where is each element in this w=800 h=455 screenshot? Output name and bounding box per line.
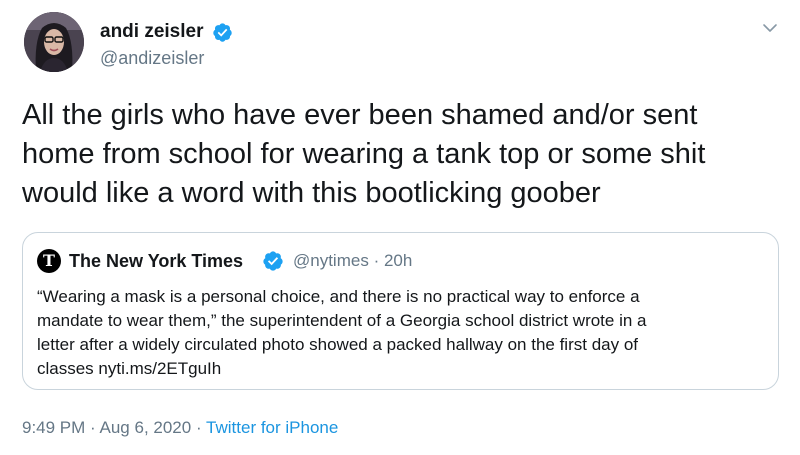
- footer-separator: ·: [195, 418, 202, 437]
- author-name[interactable]: andi zeisler: [100, 21, 204, 43]
- verified-badge-icon: [263, 251, 283, 271]
- nyt-logo-icon: T: [37, 249, 61, 273]
- quoted-tweet-meta: @nytimes · 20h: [293, 250, 412, 272]
- quoted-author-name: The New York Times: [69, 251, 244, 271]
- tweet: andi zeisler @andizeisler All the girls …: [0, 0, 800, 455]
- chevron-down-icon[interactable]: [760, 18, 780, 38]
- tweet-text-line: All the girls who have ever been shamed …: [22, 99, 698, 131]
- footer-separator: ·: [90, 418, 96, 437]
- tweet-text-line: home from school for wearing a tank top …: [22, 138, 706, 170]
- quoted-text-line: “Wearing a mask is a personal choice, an…: [37, 287, 640, 306]
- tweet-source-link[interactable]: Twitter for iPhone: [206, 418, 338, 437]
- author-handle[interactable]: @andizeisler: [100, 47, 204, 69]
- quoted-author-handle: @nytimes: [293, 251, 369, 270]
- tweet-text-line: would like a word with this bootlicking …: [22, 177, 601, 209]
- quoted-tweet-card[interactable]: T The New York Times @nytimes · 20h “Wea…: [22, 232, 779, 390]
- tweet-date[interactable]: Aug 6, 2020: [100, 418, 192, 437]
- tweet-footer: 9:49 PM · Aug 6, 2020 · Twitter for iPho…: [22, 417, 338, 439]
- quoted-tweet-time: 20h: [383, 251, 413, 270]
- quoted-text-line: letter after a widely circulated photo s…: [37, 335, 639, 354]
- quoted-text-line: classes nyti.ms/2ETguIh: [37, 359, 222, 378]
- tweet-time[interactable]: 9:49 PM: [22, 418, 85, 437]
- tweet-text: All the girls who have ever been shamed …: [22, 96, 792, 213]
- quoted-text-line: mandate to wear them,” the superintenden…: [37, 311, 647, 330]
- quoted-tweet-text: “Wearing a mask is a personal choice, an…: [37, 285, 772, 381]
- avatar-image: [24, 12, 84, 72]
- verified-badge-icon: [213, 23, 232, 42]
- avatar[interactable]: [24, 12, 84, 72]
- meta-separator: ·: [373, 251, 380, 270]
